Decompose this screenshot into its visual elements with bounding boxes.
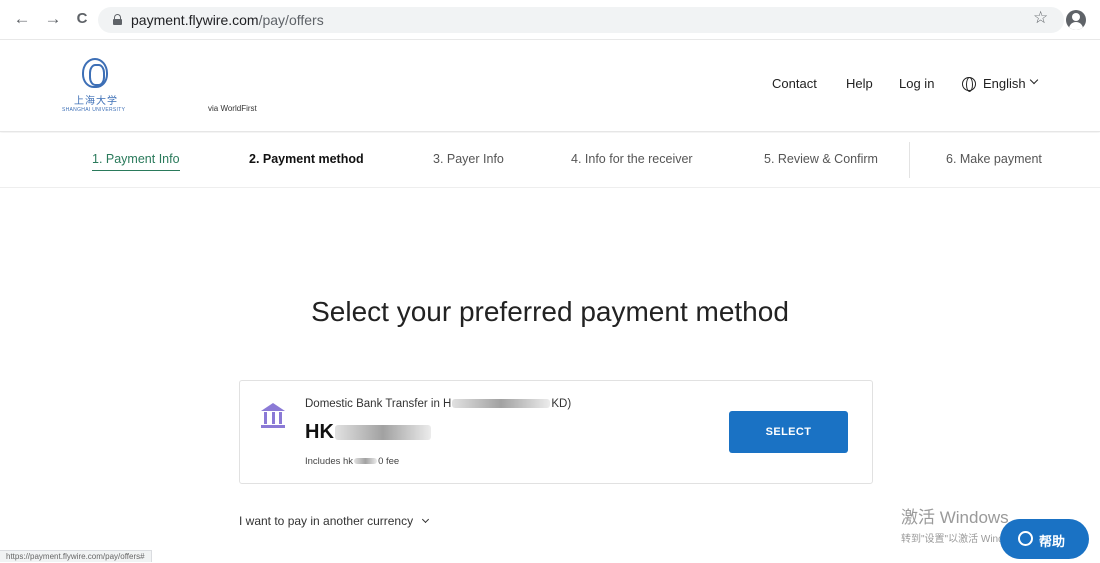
step-payment-method: 2. Payment method	[249, 152, 364, 166]
fee-note-end: 0 fee	[378, 456, 400, 467]
help-button-label: 帮助	[1039, 534, 1066, 549]
select-button[interactable]: SELECT	[729, 411, 848, 453]
site-header: 上海大学 SHANGHAI UNIVERSITY via WorldFirst …	[0, 40, 1100, 132]
redacted-fee	[354, 458, 378, 465]
back-arrow-icon[interactable]: ←	[12, 9, 32, 29]
progress-steps: 1. Payment Info 2. Payment method 3. Pay…	[0, 133, 1100, 188]
chevron-down-icon[interactable]	[1029, 75, 1039, 85]
link-status-bar: https://payment.flywire.com/pay/offers#	[0, 550, 152, 562]
logo-english-text: SHANGHAI UNIVERSITY	[62, 107, 126, 113]
forward-arrow-icon[interactable]: →	[43, 9, 63, 29]
lock-icon[interactable]	[113, 14, 122, 25]
url-host: payment.flywire.com	[131, 12, 259, 28]
payment-method-name: Domestic Bank Transfer in H KD)	[305, 398, 571, 410]
language-selector[interactable]: English	[983, 76, 1026, 91]
chevron-down-icon	[422, 515, 430, 524]
redacted-amount	[334, 425, 431, 441]
contact-link[interactable]: Contact	[772, 76, 817, 91]
help-link[interactable]: Help	[846, 76, 873, 91]
step-payer-info: 3. Payer Info	[433, 152, 504, 166]
method-name-end: KD)	[551, 398, 572, 410]
university-emblem-icon	[82, 58, 108, 88]
step-payment-info[interactable]: 1. Payment Info	[92, 152, 180, 171]
step-review-confirm: 5. Review & Confirm	[764, 152, 878, 166]
payment-offer-card[interactable]: Domestic Bank Transfer in H KD) HK Includ…	[239, 380, 873, 484]
steps-divider	[909, 142, 910, 178]
redacted-method-currency	[452, 399, 551, 409]
payment-amount: HK	[305, 421, 431, 444]
browser-toolbar: ← → C payment.flywire.com/pay/offers ☆	[0, 0, 1100, 40]
fee-note-start: Includes hk	[305, 456, 354, 467]
login-link[interactable]: Log in	[899, 76, 934, 91]
university-logo[interactable]: 上海大学 SHANGHAI UNIVERSITY	[62, 58, 128, 118]
page-title: Select your preferred payment method	[311, 296, 789, 327]
step-make-payment: 6. Make payment	[946, 152, 1042, 166]
star-icon[interactable]: ☆	[1033, 8, 1048, 28]
other-currency-toggle[interactable]: I want to pay in another currency	[239, 514, 430, 528]
url-path: /pay/offers	[258, 12, 324, 28]
address-bar[interactable]: payment.flywire.com/pay/offers	[98, 7, 1064, 33]
method-name-start: Domestic Bank Transfer in H	[305, 398, 452, 410]
globe-icon[interactable]	[962, 77, 976, 92]
amount-currency: HK	[305, 421, 334, 443]
logo-chinese-text: 上海大学	[74, 96, 118, 107]
bank-icon	[261, 403, 285, 429]
fee-note: Includes hk 0 fee	[305, 456, 399, 467]
address-url[interactable]: payment.flywire.com/pay/offers	[131, 12, 324, 28]
profile-icon[interactable]	[1066, 10, 1086, 30]
step-receiver-info: 4. Info for the receiver	[571, 152, 693, 166]
reload-icon[interactable]: C	[72, 9, 92, 29]
other-currency-label: I want to pay in another currency	[239, 514, 414, 528]
chat-bubble-icon	[1018, 531, 1033, 546]
help-chat-button[interactable]: 帮助	[1000, 519, 1089, 559]
via-partner: via WorldFirst	[208, 104, 257, 113]
